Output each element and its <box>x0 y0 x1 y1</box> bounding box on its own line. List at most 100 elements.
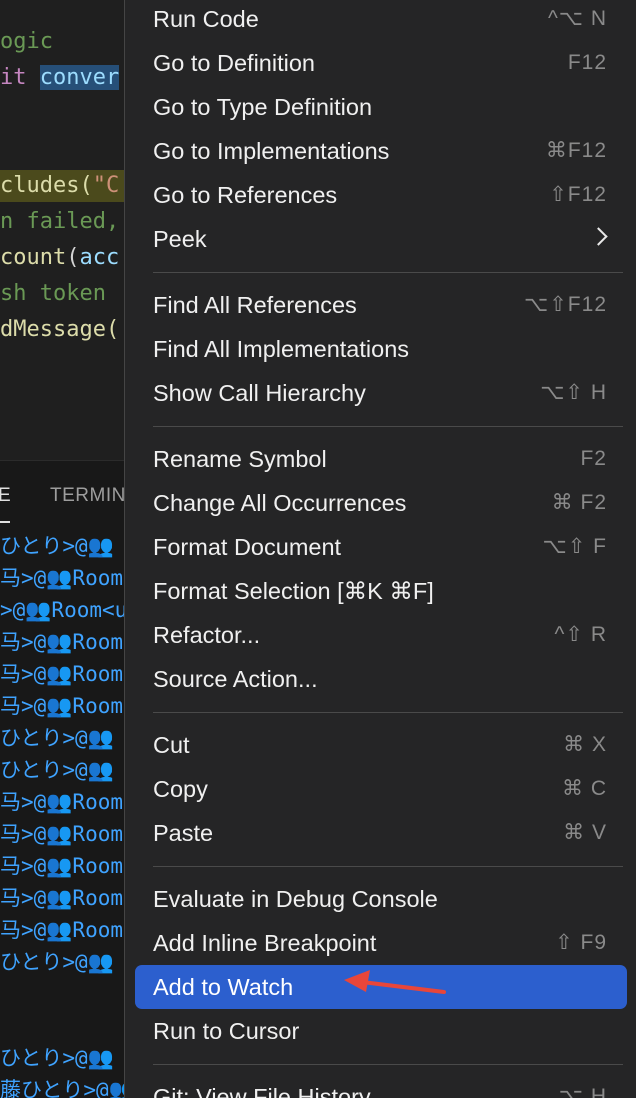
menu-item-label: Change All Occurrences <box>153 490 407 516</box>
terminal-line: 马>@👥Room <box>0 662 124 686</box>
code-token: n failed, <box>0 209 120 234</box>
menu-item-rename-symbol[interactable]: Rename Symbol F2 <box>135 437 627 481</box>
code-token: ogic <box>0 29 53 54</box>
menu-item-shortcut: F2 <box>580 447 607 470</box>
code-line: sh token <box>0 278 124 310</box>
terminal-line: ひとり>@👥 <box>0 950 114 974</box>
terminal-line: 马>@👥Room <box>0 630 124 654</box>
menu-item-label: Rename Symbol <box>153 446 327 472</box>
code-line: ogic <box>0 26 124 58</box>
menu-item-format-selection-k-f[interactable]: Format Selection [⌘K ⌘F] <box>135 569 627 613</box>
menu-item-label: Run Code <box>153 6 259 32</box>
menu-item-show-call-hierarchy[interactable]: Show Call Hierarchy ⌥⇧ H <box>135 371 627 415</box>
menu-item-shortcut: ⇧F12 <box>549 183 607 206</box>
menu-separator <box>153 1064 623 1065</box>
terminal-line: 马>@👥Room <box>0 854 124 878</box>
menu-item-peek[interactable]: Peek <box>135 217 627 261</box>
code-token: conver <box>39 65 120 90</box>
terminal-line: ひとり>@👥 <box>0 726 114 750</box>
menu-item-git-view-file-history[interactable]: Git: View File History ⌥ H <box>135 1075 627 1098</box>
menu-item-shortcut: ^⌥ N <box>547 7 607 30</box>
menu-item-change-all-occurrences[interactable]: Change All Occurrences ⌘ F2 <box>135 481 627 525</box>
menu-item-run-to-cursor[interactable]: Run to Cursor <box>135 1009 627 1053</box>
code-editor[interactable]: ogic it conver cludes("C n failed, count(acc… <box>0 0 124 460</box>
panel-tab-bar: E TERMINAL <box>0 460 124 527</box>
menu-item-shortcut: ⌥⇧ H <box>540 381 607 404</box>
active-tab-indicator <box>0 521 10 523</box>
menu-item-shortcut: ⌥⇧F12 <box>524 293 607 316</box>
menu-item-label: Source Action... <box>153 666 318 692</box>
menu-item-label: Refactor... <box>153 622 261 648</box>
terminal-line: 马>@👥Room <box>0 566 124 590</box>
terminal-output[interactable]: ひとり>@👥 马>@👥Room >@👥Room<u 马>@👥Room 马>@👥Room 马… <box>0 526 124 1098</box>
menu-item-add-inline-breakpoint[interactable]: Add Inline Breakpoint ⇧ F9 <box>135 921 627 965</box>
code-line: dMessage( <box>0 314 124 346</box>
menu-item-label: Add Inline Breakpoint <box>153 930 377 956</box>
code-line: n failed, <box>0 206 124 238</box>
menu-item-label: Go to Implementations <box>153 138 390 164</box>
menu-item-shortcut: ⇧ F9 <box>555 931 607 954</box>
menu-item-paste[interactable]: Paste ⌘ V <box>135 811 627 855</box>
menu-item-label: Go to Type Definition <box>153 94 373 120</box>
menu-item-find-all-implementations[interactable]: Find All Implementations <box>135 327 627 371</box>
menu-item-shortcut: ⌘ F2 <box>551 491 607 514</box>
menu-item-find-all-references[interactable]: Find All References ⌥⇧F12 <box>135 283 627 327</box>
menu-item-run-code[interactable]: Run Code ^⌥ N <box>135 0 627 41</box>
menu-item-shortcut: ⌘ C <box>562 777 607 800</box>
terminal-line: 马>@👥Room <box>0 918 124 942</box>
menu-item-shortcut: ⌥ H <box>558 1085 607 1098</box>
menu-item-format-document[interactable]: Format Document ⌥⇧ F <box>135 525 627 569</box>
menu-item-label: Go to References <box>153 182 338 208</box>
tab-terminal[interactable]: TERMINAL <box>50 485 124 507</box>
terminal-line: ひとり>@👥 <box>0 758 114 782</box>
menu-item-label: Show Call Hierarchy <box>153 380 366 406</box>
code-line: cludes("C <box>0 170 124 202</box>
menu-item-label: Copy <box>153 776 208 802</box>
menu-separator <box>153 426 623 427</box>
menu-item-go-to-definition[interactable]: Go to Definition F12 <box>135 41 627 85</box>
code-token: "C <box>92 173 120 198</box>
code-token: cludes( <box>0 173 93 198</box>
menu-item-refactor[interactable]: Refactor... ^⇧ R <box>135 613 627 657</box>
menu-item-evaluate-in-debug-console[interactable]: Evaluate in Debug Console <box>135 877 627 921</box>
menu-item-shortcut: ⌘ X <box>563 733 607 756</box>
menu-item-label: Evaluate in Debug Console <box>153 886 438 912</box>
menu-item-label: Find All Implementations <box>153 336 410 362</box>
menu-item-label: Peek <box>153 226 207 252</box>
terminal-line: 藤ひとり>@👥 <box>0 1078 124 1098</box>
code-token: count <box>0 245 67 270</box>
terminal-line: 马>@👥Room <box>0 694 124 718</box>
tab-previous[interactable]: E <box>0 485 11 507</box>
menu-item-go-to-type-definition[interactable]: Go to Type Definition <box>135 85 627 129</box>
menu-item-source-action[interactable]: Source Action... <box>135 657 627 701</box>
menu-item-label: Git: View File History <box>153 1084 371 1098</box>
code-token: sh token <box>0 281 106 306</box>
menu-item-label: Run to Cursor <box>153 1018 300 1044</box>
menu-item-shortcut: ^⇧ R <box>554 623 607 646</box>
code-token: dMessage( <box>0 317 120 342</box>
menu-item-cut[interactable]: Cut ⌘ X <box>135 723 627 767</box>
code-token: acc <box>79 245 120 270</box>
menu-item-go-to-references[interactable]: Go to References ⇧F12 <box>135 173 627 217</box>
annotation-arrow <box>344 970 446 994</box>
menu-separator <box>153 272 623 273</box>
terminal-line: >@👥Room<u <box>0 598 124 622</box>
code-line: count(acc <box>0 242 124 274</box>
menu-item-label: Format Document <box>153 534 342 560</box>
menu-item-shortcut: ⌥⇧ F <box>542 535 607 558</box>
code-token: ( <box>66 245 80 270</box>
menu-item-label: Add to Watch <box>153 974 294 1000</box>
terminal-line: 马>@👥Room <box>0 886 124 910</box>
menu-item-go-to-implementations[interactable]: Go to Implementations ⌘F12 <box>135 129 627 173</box>
terminal-line: 马>@👥Room <box>0 790 124 814</box>
terminal-line: 马>@👥Room <box>0 822 124 846</box>
menu-item-copy[interactable]: Copy ⌘ C <box>135 767 627 811</box>
menu-item-label: Find All References <box>153 292 357 318</box>
menu-separator <box>153 866 623 867</box>
menu-item-label: Paste <box>153 820 214 846</box>
